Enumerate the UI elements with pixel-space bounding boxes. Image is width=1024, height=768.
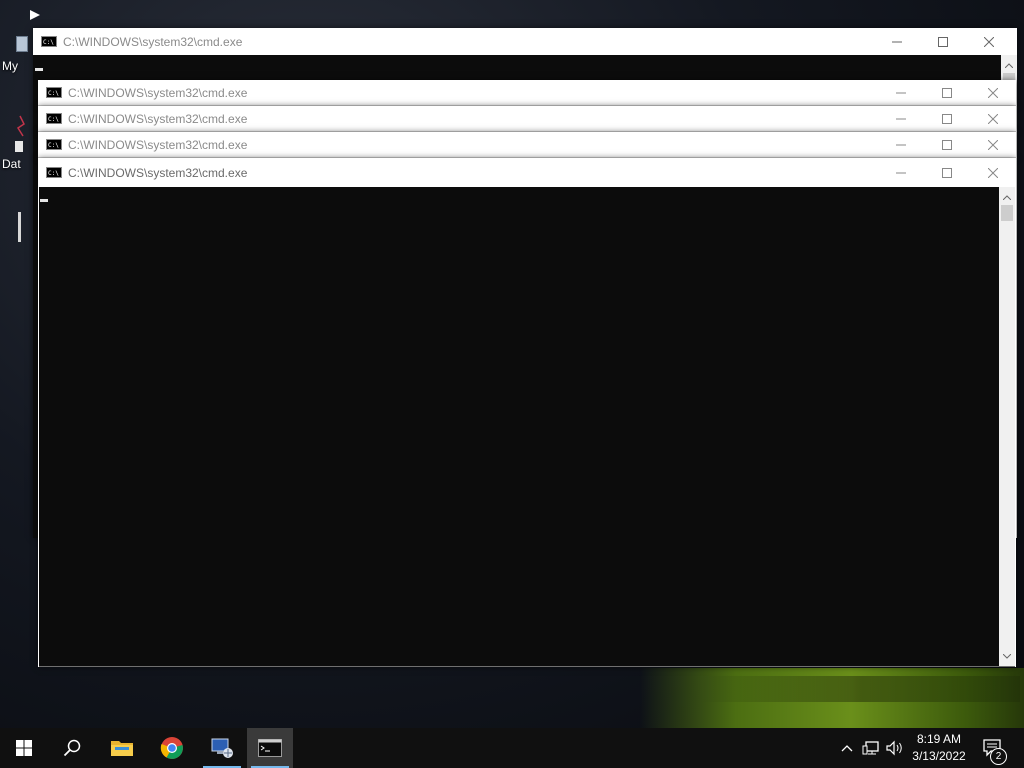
maximize-icon <box>942 139 952 150</box>
desktop-icon-arrow[interactable] <box>30 10 40 20</box>
network-status-button[interactable] <box>860 728 882 768</box>
window-title: C:\WINDOWS\system32\cmd.exe <box>68 111 248 126</box>
file-explorer-icon <box>111 741 133 756</box>
maximize-icon <box>942 167 952 178</box>
title-bar[interactable]: C:\ C:\WINDOWS\system32\cmd.exe <box>38 158 1016 187</box>
file-explorer-button[interactable] <box>99 728 145 768</box>
maximize-button[interactable] <box>920 28 966 55</box>
network-icon <box>862 741 879 755</box>
minimize-icon <box>896 92 906 93</box>
window-title: C:\WINDOWS\system32\cmd.exe <box>68 137 248 152</box>
close-button[interactable] <box>970 106 1016 131</box>
close-button[interactable] <box>970 132 1016 157</box>
close-button[interactable] <box>970 158 1016 187</box>
window-title: C:\WINDOWS\system32\cmd.exe <box>68 85 248 100</box>
maximize-button[interactable] <box>924 80 970 105</box>
maximize-button[interactable] <box>924 106 970 131</box>
scroll-down-arrow[interactable] <box>999 648 1015 664</box>
minimize-button[interactable] <box>878 80 924 105</box>
minimize-button[interactable] <box>874 28 920 55</box>
minimize-button[interactable] <box>878 106 924 131</box>
start-icon <box>16 740 32 756</box>
minimize-button[interactable] <box>878 132 924 157</box>
cmd-icon: C:\ <box>46 87 62 98</box>
chrome-icon <box>160 737 183 759</box>
title-bar[interactable]: C:\ C:\WINDOWS\system32\cmd.exe <box>33 28 1017 55</box>
title-bar[interactable]: C:\ C:\WINDOWS\system32\cmd.exe <box>38 132 1016 158</box>
desktop-icon-file[interactable] <box>15 141 23 152</box>
close-icon <box>984 36 994 47</box>
minimize-icon <box>896 144 906 145</box>
maximize-icon <box>942 87 952 98</box>
clock-date: 3/13/2022 <box>912 749 966 763</box>
cmd-icon: C:\ <box>46 139 62 150</box>
chevron-up-icon <box>841 745 853 752</box>
minimize-button[interactable] <box>878 158 924 187</box>
window-title: C:\WINDOWS\system32\cmd.exe <box>68 165 248 180</box>
desktop-label-dat[interactable]: Dat <box>2 157 21 171</box>
close-icon <box>988 139 998 150</box>
clock-time: 8:19 AM <box>916 732 962 746</box>
chevron-up-icon <box>1005 62 1013 68</box>
cmd-icon: C:\ <box>46 167 62 178</box>
text-cursor <box>35 68 43 71</box>
desktop-icon-red[interactable] <box>14 114 26 138</box>
cmd-window-stacked-3[interactable]: C:\ C:\WINDOWS\system32\cmd.exe <box>38 132 1016 158</box>
minimize-icon <box>892 41 902 42</box>
maximize-icon <box>942 113 952 124</box>
close-icon <box>988 113 998 124</box>
window-title: C:\WINDOWS\system32\cmd.exe <box>63 34 243 49</box>
close-icon <box>988 87 998 98</box>
title-bar[interactable]: C:\ C:\WINDOWS\system32\cmd.exe <box>38 106 1016 132</box>
volume-icon <box>886 740 902 756</box>
cmd-icon <box>258 739 282 757</box>
title-bar[interactable]: C:\ C:\WINDOWS\system32\cmd.exe <box>38 80 1016 106</box>
scroll-up-arrow[interactable] <box>999 189 1015 205</box>
close-button[interactable] <box>970 80 1016 105</box>
minimize-icon <box>896 118 906 119</box>
maximize-button[interactable] <box>924 158 970 187</box>
console-area[interactable] <box>39 187 1015 667</box>
chevron-down-icon <box>1003 653 1011 659</box>
desktop-icon-computer[interactable] <box>16 36 28 52</box>
desktop-label-my[interactable]: My <box>2 59 18 73</box>
search-button[interactable] <box>49 728 95 768</box>
network-computer-button[interactable] <box>199 728 245 768</box>
close-button[interactable] <box>966 28 1012 55</box>
text-cursor <box>40 199 48 202</box>
scroll-thumb[interactable] <box>1001 205 1013 221</box>
scroll-up-arrow[interactable] <box>1001 57 1017 73</box>
cmd-window-stacked-2[interactable]: C:\ C:\WINDOWS\system32\cmd.exe <box>38 106 1016 132</box>
show-hidden-icons-button[interactable] <box>838 728 856 768</box>
cmd-window-front[interactable]: C:\ C:\WINDOWS\system32\cmd.exe <box>38 158 1016 667</box>
chevron-up-icon <box>1003 194 1011 200</box>
taskbar: 8:19 AM 3/13/2022 2 <box>0 728 1024 768</box>
action-center-button[interactable]: 2 <box>978 728 1008 768</box>
search-icon <box>63 739 81 757</box>
close-icon <box>988 167 998 178</box>
cmd-window-stacked-1[interactable]: C:\ C:\WINDOWS\system32\cmd.exe <box>38 80 1016 106</box>
scrollbar[interactable] <box>999 187 1015 666</box>
maximize-icon <box>938 36 948 47</box>
cmd-icon: C:\ <box>46 113 62 124</box>
notification-count-badge: 2 <box>990 748 1007 765</box>
desktop-selection-bar <box>18 212 21 242</box>
volume-button[interactable] <box>884 728 906 768</box>
start-button[interactable] <box>1 728 47 768</box>
maximize-button[interactable] <box>924 132 970 157</box>
minimize-icon <box>896 172 906 173</box>
network-computer-icon <box>211 738 233 758</box>
chrome-button[interactable] <box>149 728 195 768</box>
clock[interactable]: 8:19 AM 3/13/2022 <box>904 728 974 768</box>
cmd-icon: C:\ <box>41 36 57 47</box>
cmd-taskbar-button[interactable] <box>247 728 293 768</box>
